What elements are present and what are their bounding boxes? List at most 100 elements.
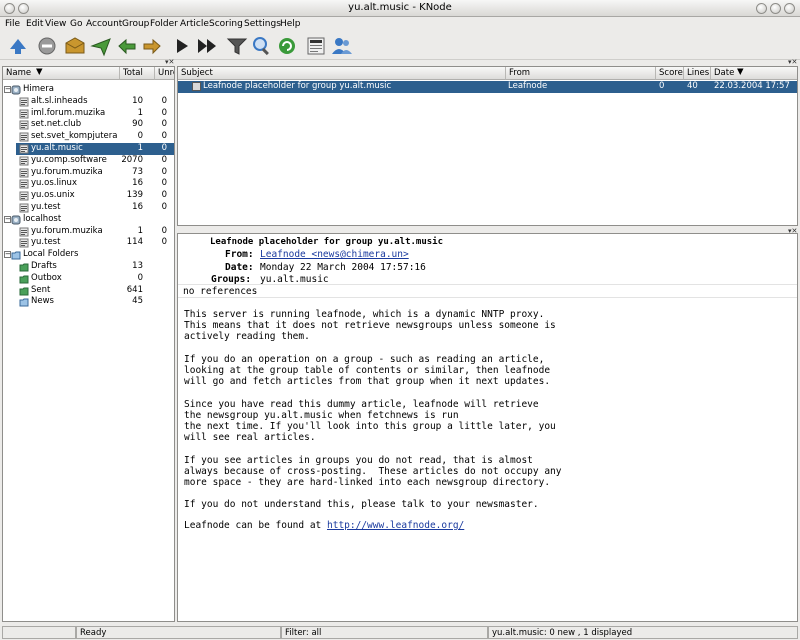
- folder-tree-item[interactable]: set.net.club 90 0: [16, 119, 174, 131]
- folder-tree-item[interactable]: yu.os.unix 139 0: [16, 190, 174, 202]
- date-label: Date:: [225, 262, 254, 273]
- folder-column-total[interactable]: Total: [120, 67, 155, 80]
- group-icon: [19, 120, 29, 130]
- folder-column-unread[interactable]: Unre: [155, 67, 174, 80]
- next-unread-icon[interactable]: [196, 35, 218, 57]
- from-link[interactable]: Leafnode <news@chimera.un>: [260, 249, 409, 260]
- send-pending-icon[interactable]: [90, 35, 112, 57]
- menu-file[interactable]: File: [5, 19, 20, 29]
- collapse-icon[interactable]: −: [4, 86, 11, 93]
- menu-bar: File Edit View Go Account Group Folder Article S…: [0, 17, 800, 32]
- status-group-info: yu.alt.music: 0 new , 1 displayed: [488, 626, 798, 639]
- newsgroups-icon[interactable]: [305, 35, 327, 57]
- folder-unread: 0: [161, 107, 167, 118]
- body-line: will go and fetch articles from that gro…: [184, 376, 551, 388]
- forward-icon[interactable]: [141, 35, 163, 57]
- folder-column-name[interactable]: Name ▼: [3, 67, 120, 80]
- next-article-icon[interactable]: [171, 35, 193, 57]
- folder-label: yu.test: [31, 237, 61, 248]
- folder-tree-item[interactable]: yu.alt.music 1 0: [16, 143, 174, 155]
- article-column-lines[interactable]: Lines: [684, 67, 711, 80]
- filter-icon[interactable]: [226, 35, 248, 57]
- folder-label: News: [31, 296, 54, 307]
- dock-close-icon[interactable]: ▾✕: [165, 58, 174, 66]
- menu-help[interactable]: Help: [280, 19, 301, 29]
- window-title: yu.alt.music - KNode: [348, 2, 452, 13]
- menu-go[interactable]: Go: [70, 19, 82, 29]
- article-column-subject[interactable]: Subject: [178, 67, 506, 80]
- folder-label: set.net.club: [31, 119, 82, 130]
- article-column-from[interactable]: From: [506, 67, 656, 80]
- menu-view[interactable]: View: [45, 19, 66, 29]
- group-icon: [19, 168, 29, 178]
- menu-folder[interactable]: Folder: [150, 19, 178, 29]
- refresh-icon[interactable]: [276, 35, 298, 57]
- article-column-date[interactable]: Date ▼: [711, 67, 797, 80]
- folder-unread: 0: [161, 225, 167, 236]
- folder-tree-account[interactable]: Local Folders: [8, 249, 174, 261]
- article-date: Monday 22 March 2004 17:57:16: [260, 262, 426, 273]
- folder-label: Sent: [31, 284, 51, 295]
- folder-total: 45: [132, 296, 143, 307]
- folder-tree-item[interactable]: yu.forum.muzika 73 0: [16, 167, 174, 179]
- collapse-icon[interactable]: −: [4, 251, 11, 259]
- dock-close-icon[interactable]: ▾✕: [788, 58, 797, 66]
- folder-tree[interactable]: Name ▼ Total Unre Himera − alt.sl.inheads 1…: [2, 66, 175, 622]
- references-text: no references: [183, 286, 258, 297]
- folder-unread: 0: [161, 143, 167, 153]
- folder-tree-item[interactable]: Outbox 0: [16, 273, 174, 285]
- folder-tree-item[interactable]: yu.os.linux 16 0: [16, 178, 174, 190]
- folder-tree-item[interactable]: yu.forum.muzika 1 0: [16, 225, 174, 238]
- folder-tree-item[interactable]: alt.sl.inheads 10 0: [16, 95, 174, 108]
- article-column-score[interactable]: Score: [656, 67, 684, 80]
- news-folder-icon: [19, 297, 29, 307]
- folder-label: localhost: [23, 213, 62, 224]
- server-icon: [11, 215, 21, 225]
- stop-icon[interactable]: [36, 35, 58, 57]
- folder-label: yu.comp.software: [31, 154, 107, 165]
- menu-edit[interactable]: Edit: [26, 19, 43, 29]
- folder-label: set.svet_kompjutera: [31, 131, 118, 142]
- menu-scoring[interactable]: Scoring: [209, 19, 243, 29]
- folder-label: alt.sl.inheads: [31, 95, 88, 106]
- minimize-button[interactable]: [756, 3, 767, 14]
- menu-article[interactable]: Article: [180, 19, 209, 29]
- folder-tree-account[interactable]: localhost: [8, 213, 174, 226]
- go-online-icon[interactable]: [7, 35, 29, 57]
- folder-tree-item[interactable]: iml.forum.muzika 1 0: [16, 107, 174, 120]
- folder-unread: 0: [161, 178, 167, 189]
- menu-account[interactable]: Account: [86, 19, 122, 29]
- close-button[interactable]: [784, 3, 795, 14]
- folder-tree-item[interactable]: yu.comp.software 2070 0: [16, 154, 174, 167]
- group-icon: [19, 191, 29, 201]
- status-filter: Filter: all: [281, 626, 488, 639]
- folder-rows: Himera − alt.sl.inheads 10 0 iml.forum.muzika…: [3, 81, 174, 621]
- article-row[interactable]: Leafnode placeholder for group yu.alt.mu…: [178, 81, 797, 93]
- menu-group[interactable]: Group: [122, 19, 149, 29]
- folder-total: 16: [132, 202, 143, 212]
- main-toolbar: [0, 32, 800, 60]
- folder-tree-item[interactable]: Sent 641: [16, 284, 174, 297]
- article-list[interactable]: Subject From Score Lines Date ▼ Leafnode…: [177, 66, 798, 226]
- folder-unread: 0: [161, 237, 167, 248]
- search-icon[interactable]: [251, 35, 273, 57]
- get-new-articles-icon[interactable]: [64, 35, 86, 57]
- folder-tree-item[interactable]: Drafts 13: [16, 261, 174, 273]
- leafnode-link[interactable]: http://www.leafnode.org/: [327, 520, 464, 531]
- folder-tree-item[interactable]: set.svet_kompjutera 0 0: [16, 131, 174, 143]
- accounts-icon[interactable]: [331, 35, 353, 57]
- reply-icon[interactable]: [116, 35, 138, 57]
- folder-label: yu.os.unix: [31, 190, 75, 201]
- from-label: From:: [225, 249, 254, 260]
- article-view[interactable]: Leafnode placeholder for group yu.alt.mu…: [177, 233, 798, 622]
- folder-tree-item[interactable]: News 45: [16, 296, 174, 308]
- menu-settings[interactable]: Settings: [244, 19, 281, 29]
- maximize-button[interactable]: [770, 3, 781, 14]
- folder-tree-item[interactable]: yu.test 114 0: [16, 237, 174, 249]
- body-line: the next time. If you'll look into this …: [184, 421, 556, 432]
- folder-label: Local Folders: [23, 249, 79, 260]
- drafts-folder-icon: [19, 262, 29, 272]
- folder-tree-item[interactable]: yu.test 16 0: [16, 202, 174, 214]
- folder-tree-account[interactable]: Himera: [8, 84, 174, 96]
- collapse-icon[interactable]: −: [4, 215, 11, 223]
